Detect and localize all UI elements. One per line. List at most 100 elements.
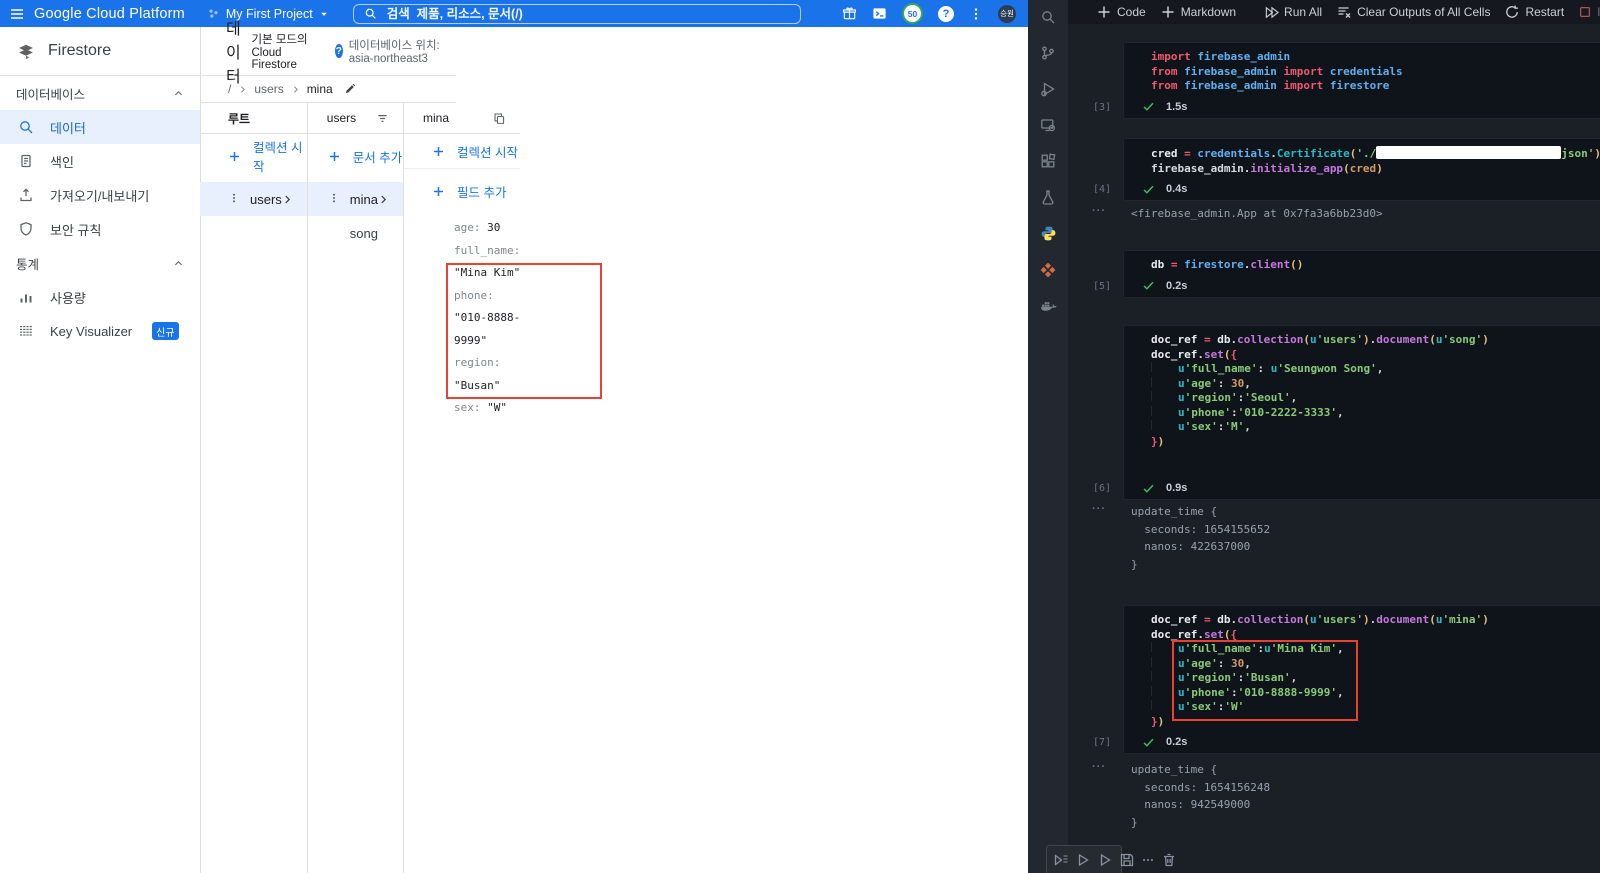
notebook-cell[interactable]: doc_ref = db.collection(u'users').docume… xyxy=(1093,605,1600,754)
toolbar-label: Markdown xyxy=(1180,5,1237,19)
success-check-icon xyxy=(1142,482,1155,495)
document-row[interactable]: mina xyxy=(307,182,403,216)
add-field-button[interactable]: 필드 추가 xyxy=(404,175,520,207)
sidebar-item-rules[interactable]: 보안 규칙 xyxy=(0,212,200,246)
cell-code[interactable]: doc_ref = db.collection(u'users').docume… xyxy=(1124,606,1600,731)
cellbar-trash-icon[interactable] xyxy=(1161,852,1177,868)
add-document-button[interactable]: 문서 추가 xyxy=(308,140,403,172)
cellbar-play-icon[interactable] xyxy=(1097,852,1113,868)
field-value: "010-8888-9999" xyxy=(453,311,521,347)
field-key: region: xyxy=(453,356,501,369)
start-collection-button[interactable]: 컬렉션 시작 xyxy=(200,140,307,174)
more-vert-icon[interactable] xyxy=(969,7,983,21)
field-row[interactable]: full_name: "Mina Kim" xyxy=(454,240,520,285)
credits-badge[interactable]: 50 xyxy=(902,3,923,24)
cell-code[interactable]: cred = credentials.Certificate('./json')… xyxy=(1124,139,1600,178)
notebook-cell[interactable]: doc_ref = db.collection(u'users').docume… xyxy=(1093,325,1600,500)
field-row[interactable]: phone: "010-8888-9999" xyxy=(454,285,520,353)
sidebar-item-import-export[interactable]: 가져오기/내보내기 xyxy=(0,178,200,212)
activity-source-control-icon[interactable] xyxy=(1040,45,1056,61)
code-line: u'region':'Seoul', xyxy=(1151,391,1600,406)
activity-search-icon[interactable] xyxy=(1040,9,1056,25)
output-collapse-icon[interactable]: ··· xyxy=(1092,503,1106,515)
field-row[interactable]: sex: "W" xyxy=(454,397,520,420)
notebook-cell[interactable]: cred = credentials.Certificate('./json')… xyxy=(1093,138,1600,201)
interrupt-button[interactable]: Interrupt xyxy=(1578,5,1600,19)
panel-root: 루트 컬렉션 시작 users xyxy=(200,103,308,873)
sidebar-item-data[interactable]: 데이터 xyxy=(0,110,200,144)
gcp-search[interactable] xyxy=(352,3,801,24)
start-collection-button[interactable]: 컬렉션 시작 xyxy=(403,134,521,169)
sidebar-item-index[interactable]: 색인 xyxy=(0,144,200,178)
document-row-label: mina xyxy=(349,191,378,207)
cell-code[interactable]: import firebase_admin from firebase_admin… xyxy=(1124,43,1600,96)
output-collapse-icon[interactable]: ··· xyxy=(1092,205,1106,217)
execution-time: 1.5s xyxy=(1166,100,1188,113)
help-circle-icon[interactable]: ? xyxy=(334,44,343,58)
copy-icon[interactable] xyxy=(493,112,506,125)
markdown-button[interactable]: Markdown xyxy=(1160,4,1236,20)
gift-icon[interactable] xyxy=(842,6,857,21)
collapse-caret-icon[interactable] xyxy=(173,258,184,269)
field-row[interactable]: region: "Busan" xyxy=(454,352,520,397)
sidebar-item-usage[interactable]: 사용량 xyxy=(0,280,200,314)
filter-icon[interactable] xyxy=(376,112,389,125)
activity-run-debug-icon[interactable] xyxy=(1040,81,1056,97)
breadcrumb-users[interactable]: users xyxy=(254,82,283,96)
cellbar-save-icon[interactable] xyxy=(1119,852,1135,868)
index-icon xyxy=(18,153,34,169)
cellbar-ellipsis-icon[interactable] xyxy=(1141,853,1155,867)
execution-count: [6] xyxy=(1093,483,1112,494)
cellbar-exec-above-icon[interactable] xyxy=(1053,852,1069,868)
nav-section-label: 데이터베이스 xyxy=(16,87,86,102)
cell-code[interactable]: doc_ref = db.collection(u'users').docume… xyxy=(1124,326,1600,451)
hamburger-menu-icon[interactable] xyxy=(0,6,34,22)
field-row[interactable]: age: 30 xyxy=(454,217,520,240)
breadcrumb-mina[interactable]: mina xyxy=(307,82,333,96)
activity-testing-icon[interactable] xyxy=(1040,189,1056,205)
breadcrumb-root[interactable]: / xyxy=(228,82,231,96)
code-line: doc_ref.set({ xyxy=(1151,347,1238,361)
nav-section-header[interactable]: 데이터베이스 xyxy=(0,76,200,110)
restart-button[interactable]: Restart xyxy=(1504,4,1564,20)
project-icon xyxy=(207,7,220,20)
pencil-icon[interactable] xyxy=(344,83,356,95)
run-all-button[interactable]: Run All xyxy=(1264,5,1322,20)
gcp-brand[interactable]: Google Cloud Platform xyxy=(34,6,185,22)
execution-count: [5] xyxy=(1093,280,1112,292)
cell-output: ··· update_time { seconds: 1654156248 nan… xyxy=(1092,761,1600,831)
kebab-menu-icon[interactable] xyxy=(328,191,350,208)
firestore-main: 데이터 기본 모드의 Cloud Firestore ? 데이터베이스 위치: … xyxy=(200,21,602,873)
cell-code[interactable]: db = firestore.client() xyxy=(1124,251,1600,275)
activity-remote-icon[interactable] xyxy=(1040,117,1056,133)
notebook-cell[interactable]: db = firestore.client() 0.2s [5] xyxy=(1093,250,1600,298)
activity-shapes-icon[interactable] xyxy=(1040,262,1056,278)
output-collapse-icon[interactable]: ··· xyxy=(1092,761,1106,773)
activity-extensions-icon[interactable] xyxy=(1040,153,1056,169)
notebook-cell[interactable]: import firebase_admin from firebase_admin… xyxy=(1093,42,1600,119)
code-line: db = firestore.client() xyxy=(1151,258,1304,271)
clear-outputs-of-all-cells-button[interactable]: Clear Outputs of All Cells xyxy=(1336,4,1490,20)
code-line: u'sex':'W' xyxy=(1151,700,1600,715)
search-input[interactable] xyxy=(384,5,790,22)
cell-status: 0.2s xyxy=(1124,731,1600,753)
cell-hover-toolbar xyxy=(1046,845,1174,873)
collection-row[interactable]: users xyxy=(200,182,307,216)
kebab-menu-icon[interactable] xyxy=(228,191,250,208)
document-row[interactable]: song xyxy=(308,216,403,250)
cellbar-play-icon[interactable] xyxy=(1075,852,1091,868)
activity-python-icon[interactable] xyxy=(1040,225,1057,242)
collapse-caret-icon[interactable] xyxy=(173,88,184,99)
panel-users: users 문서 추가 mina song xyxy=(307,103,404,873)
nav-section-header[interactable]: 통계 xyxy=(0,246,200,280)
help-icon[interactable]: ? xyxy=(938,5,954,22)
code-line: u'age': 30, xyxy=(1151,376,1600,392)
code-button[interactable]: Code xyxy=(1096,4,1146,20)
cloud-shell-icon[interactable] xyxy=(872,6,887,21)
cell-status: 0.4s xyxy=(1124,178,1600,200)
chevron-right-icon xyxy=(282,194,293,205)
sidebar-item-keyviz[interactable]: Key Visualizer 신규 xyxy=(0,314,200,348)
avatar[interactable]: 승원 xyxy=(998,4,1016,23)
activity-docker-icon[interactable] xyxy=(1040,298,1057,315)
data-icon xyxy=(18,119,34,135)
